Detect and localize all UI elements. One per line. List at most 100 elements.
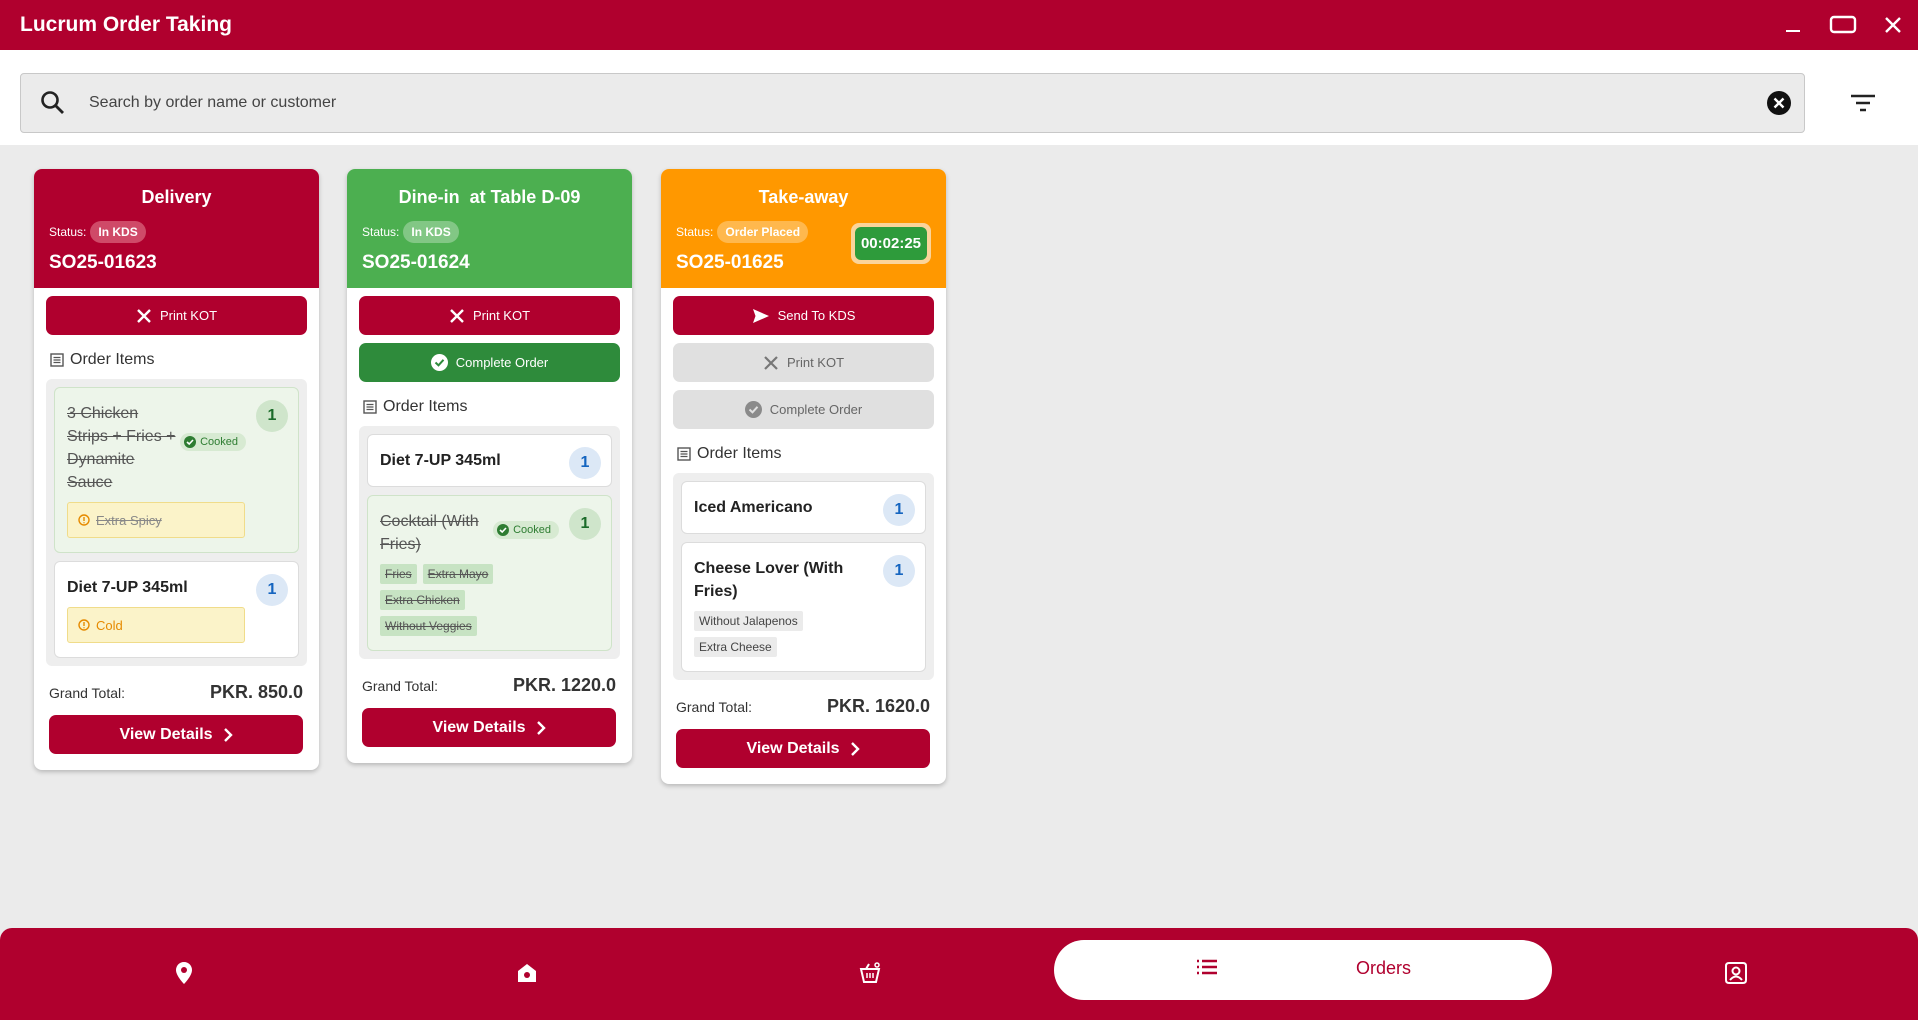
list-item[interactable]: Cheese Lover (With Fries) 1 Without Jala… (681, 542, 926, 672)
clear-icon (1767, 91, 1791, 115)
order-items-heading: Order Items (363, 398, 632, 416)
check-circle-icon (497, 524, 510, 536)
search-bar (0, 50, 1918, 145)
view-details-label: View Details (432, 718, 526, 736)
list-icon (363, 400, 377, 414)
list-item[interactable]: Cocktail (With Fries) Cooked 1 Fries Ext… (367, 495, 612, 651)
view-details-button[interactable]: View Details (676, 729, 930, 768)
grand-total-row: Grand Total: PKR. 1620.0 (676, 696, 930, 717)
nav-location-button[interactable] (169, 958, 199, 988)
nav-orders-label: Orders (1356, 958, 1412, 978)
cooked-label: Cooked (200, 436, 238, 448)
list-icon (50, 353, 64, 367)
nav-cart-button[interactable] (855, 958, 885, 988)
quantity-badge: 1 (256, 400, 288, 432)
list-item[interactable]: Diet 7-UP 345ml 1 (367, 434, 612, 487)
account-icon (1725, 962, 1747, 984)
complete-order-button[interactable]: Complete Order (673, 390, 934, 429)
card-header: Take-away Status: Order Placed SO25-0162… (661, 169, 946, 288)
title-bar: Lucrum Order Taking (0, 0, 1918, 50)
item-name: Cheese Lover (With Fries) (694, 560, 844, 600)
grand-total-label: Grand Total: (676, 698, 753, 715)
status-badge: Order Placed (717, 221, 809, 243)
item-name: Diet 7-UP 345ml (67, 579, 188, 596)
send-to-kds-button[interactable]: Send To KDS (673, 296, 934, 335)
grand-total-label: Grand Total: (49, 684, 126, 701)
item-note-text: Extra Spicy (96, 512, 162, 528)
complete-order-label: Complete Order (769, 402, 863, 417)
close-window-button[interactable] (1868, 0, 1918, 50)
item-note: Extra Spicy (67, 502, 245, 538)
list-item[interactable]: Diet 7-UP 345ml 1 Cold (54, 561, 299, 658)
send-kds-label: Send To KDS (777, 308, 856, 323)
items-list: 3 Chicken Strips + Fries + Dynamite Sauc… (46, 379, 307, 666)
modifier-tag: Extra Cheese (694, 637, 777, 657)
check-circle-icon (744, 401, 762, 418)
modifier-tags: Without Jalapenos Extra Cheese (694, 611, 913, 657)
status-row: Status: Order Placed (676, 221, 809, 243)
quantity-badge: 1 (883, 494, 915, 526)
card-header: Dine-in at Table D-09 Status: In KDS SO2… (347, 169, 632, 288)
print-kot-button[interactable]: Print KOT (359, 296, 620, 335)
filter-button[interactable] (1843, 88, 1883, 118)
nav-home-button[interactable] (512, 958, 542, 988)
view-details-button[interactable]: View Details (362, 708, 616, 747)
order-items-label: Order Items (697, 445, 782, 462)
status-row: Status: In KDS (362, 221, 459, 243)
location-pin-icon (176, 962, 192, 984)
filter-icon (1851, 94, 1875, 112)
order-items-heading: Order Items (50, 351, 319, 369)
info-icon (78, 514, 90, 526)
check-circle-icon (430, 354, 448, 371)
complete-order-button[interactable]: Complete Order (359, 343, 620, 382)
modifier-tag: Without Jalapenos (694, 611, 803, 631)
maximize-button[interactable] (1818, 0, 1868, 50)
info-icon (78, 619, 90, 631)
list-item[interactable]: 3 Chicken Strips + Fries + Dynamite Sauc… (54, 387, 299, 553)
chevron-right-icon (223, 727, 233, 743)
chevron-right-icon (536, 720, 546, 736)
modifier-tag: Extra Mayo (422, 564, 494, 584)
order-items-label: Order Items (383, 398, 468, 415)
quantity-badge: 1 (883, 555, 915, 587)
list-item[interactable]: Iced Americano 1 (681, 481, 926, 534)
print-kot-label: Print KOT (159, 308, 218, 323)
cooked-badge: Cooked (493, 521, 559, 539)
item-name: Diet 7-UP 345ml (380, 452, 501, 469)
utensils-icon (763, 355, 779, 371)
search-field (20, 73, 1805, 133)
search-input[interactable] (89, 94, 1754, 112)
clear-search-button[interactable] (1754, 90, 1804, 116)
order-number: SO25-01624 (362, 252, 470, 273)
order-card-take-away: Take-away Status: Order Placed SO25-0162… (661, 169, 946, 784)
send-icon (752, 308, 770, 324)
grand-total-amount: PKR. 1620.0 (826, 696, 930, 716)
order-type: Take-away (758, 187, 849, 207)
status-label: Status: (676, 225, 714, 239)
list-icon (1196, 958, 1218, 976)
view-details-label: View Details (119, 725, 213, 743)
nav-account-button[interactable] (1721, 958, 1751, 988)
nav-orders-button[interactable]: Orders (1054, 940, 1552, 1000)
order-type: Delivery (141, 187, 212, 207)
home-icon (518, 964, 536, 982)
status-label: Status: (362, 225, 400, 239)
view-details-button[interactable]: View Details (49, 715, 303, 754)
order-items-label: Order Items (70, 351, 155, 368)
close-icon (1885, 17, 1901, 33)
print-kot-button[interactable]: Print KOT (673, 343, 934, 382)
modifier-tag: Extra Chicken (380, 590, 465, 610)
search-icon (29, 90, 77, 116)
complete-order-label: Complete Order (455, 355, 549, 370)
window-controls (1768, 0, 1918, 50)
order-number: SO25-01625 (676, 252, 784, 273)
grand-total-amount: PKR. 1220.0 (512, 675, 616, 695)
item-note: Cold (67, 607, 245, 643)
maximize-icon (1829, 15, 1857, 34)
minimize-button[interactable] (1768, 0, 1818, 50)
cooked-badge: Cooked (180, 433, 246, 451)
print-kot-button[interactable]: Print KOT (46, 296, 307, 335)
print-kot-label: Print KOT (472, 308, 531, 323)
modifier-tag: Without Veggies (380, 616, 477, 636)
items-list: Diet 7-UP 345ml 1 Cocktail (With Fries) … (359, 426, 620, 659)
